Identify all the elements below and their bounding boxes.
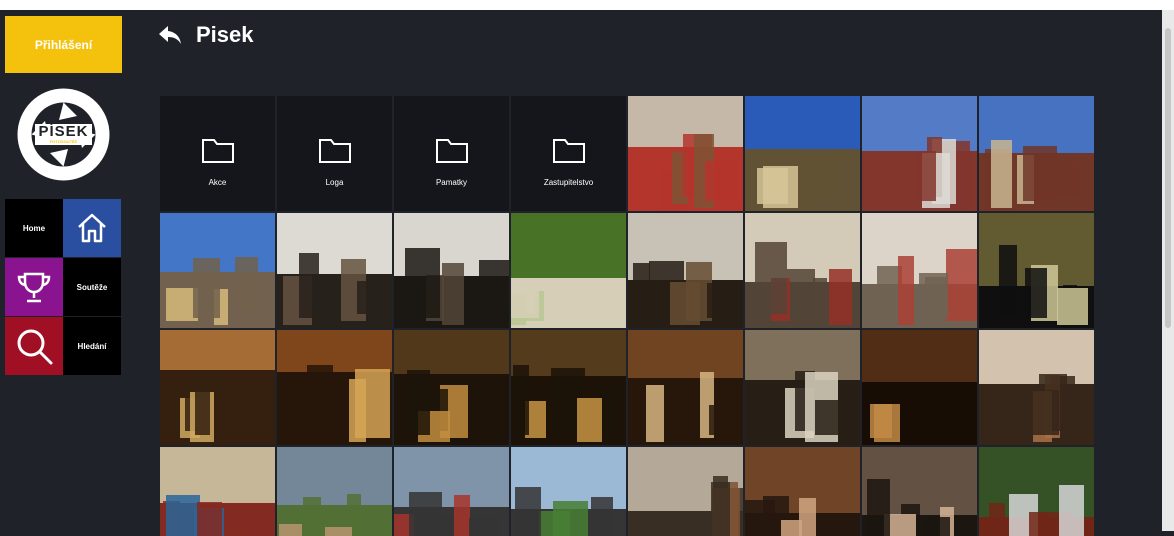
photo-thumbnail[interactable] xyxy=(277,330,392,445)
photo-thumbnail[interactable] xyxy=(628,96,743,211)
photo-thumbnail[interactable] xyxy=(979,330,1094,445)
scrollbar-thumb[interactable] xyxy=(1165,28,1171,328)
photo-thumbnail[interactable] xyxy=(277,447,392,536)
folder-icon xyxy=(201,139,234,163)
photo-thumbnail[interactable] xyxy=(277,213,392,328)
photo-thumbnail[interactable] xyxy=(745,330,860,445)
photo-thumbnail[interactable] xyxy=(511,213,626,328)
photo-thumbnail[interactable] xyxy=(745,213,860,328)
logo-text: PÍSEK xyxy=(38,123,89,140)
trophy-icon[interactable] xyxy=(5,258,63,316)
photo-thumbnail[interactable] xyxy=(862,447,977,536)
photo-thumbnail[interactable] xyxy=(160,213,275,328)
photo-thumbnail[interactable] xyxy=(628,447,743,536)
photo-thumbnail[interactable] xyxy=(862,213,977,328)
photo-image xyxy=(745,96,860,211)
photo-image xyxy=(862,96,977,211)
photo-image xyxy=(628,96,743,211)
back-arrow-icon[interactable] xyxy=(158,24,182,46)
photo-thumbnail[interactable] xyxy=(745,96,860,211)
folder-label: Pamatky xyxy=(435,178,468,187)
photo-image xyxy=(277,330,392,445)
photo-image xyxy=(862,330,977,445)
folder-icon xyxy=(318,139,351,163)
folder-label: Akce xyxy=(208,178,227,187)
photo-image xyxy=(511,330,626,445)
photo-thumbnail[interactable] xyxy=(394,330,509,445)
page-header: Pisek xyxy=(158,22,254,48)
photo-image xyxy=(394,330,509,445)
folder-zastupitelstvo[interactable]: Zastupitelstvo xyxy=(511,96,626,211)
photo-thumbnail[interactable] xyxy=(394,213,509,328)
photo-image xyxy=(979,96,1094,211)
photo-image xyxy=(160,330,275,445)
photo-image xyxy=(979,330,1094,445)
nav-home-label[interactable]: Home xyxy=(5,199,63,257)
photo-thumbnail[interactable] xyxy=(628,330,743,445)
folder-akce[interactable]: Akce xyxy=(160,96,275,211)
photo-thumbnail[interactable] xyxy=(745,447,860,536)
sidebar: Přihlášení PÍSEK FOTOSOUTĚŽ Home Soutěže… xyxy=(5,10,122,531)
photo-thumbnail[interactable] xyxy=(979,213,1094,328)
page-title: Pisek xyxy=(196,22,254,47)
browser-top-strip xyxy=(0,0,1174,10)
logo-subtext: FOTOSOUTĚŽ xyxy=(49,139,78,144)
photo-thumbnail[interactable] xyxy=(979,96,1094,211)
nav-search-label[interactable]: Hledání xyxy=(63,317,121,375)
pisek-logo: PÍSEK FOTOSOUTĚŽ xyxy=(15,86,112,183)
photo-thumbnail[interactable] xyxy=(160,447,275,536)
folder-icon xyxy=(552,139,585,163)
photo-thumbnail[interactable] xyxy=(628,213,743,328)
photo-image xyxy=(160,447,275,536)
gallery-grid: Akce Loga Pamatky Zastupitelstvo xyxy=(160,96,1094,536)
photo-image xyxy=(628,447,743,536)
photo-thumbnail[interactable] xyxy=(862,96,977,211)
photo-image xyxy=(745,447,860,536)
folder-icon xyxy=(435,139,468,163)
photo-thumbnail[interactable] xyxy=(862,330,977,445)
photo-image xyxy=(160,213,275,328)
home-icon[interactable] xyxy=(63,199,121,257)
photo-image xyxy=(862,213,977,328)
photo-image xyxy=(862,447,977,536)
photo-thumbnail[interactable] xyxy=(160,330,275,445)
photo-image xyxy=(277,213,392,328)
folder-label: Loga xyxy=(325,178,344,187)
photo-image xyxy=(394,213,509,328)
photo-image xyxy=(745,213,860,328)
folder-label: Zastupitelstvo xyxy=(543,178,594,187)
photo-thumbnail[interactable] xyxy=(979,447,1094,536)
photo-thumbnail[interactable] xyxy=(511,330,626,445)
photo-image xyxy=(511,447,626,536)
login-button[interactable]: Přihlášení xyxy=(5,16,122,73)
photo-image xyxy=(277,447,392,536)
search-icon[interactable] xyxy=(5,317,63,375)
nav-competitions-label[interactable]: Soutěže xyxy=(63,258,121,316)
photo-thumbnail[interactable] xyxy=(394,447,509,536)
photo-image xyxy=(979,447,1094,536)
folder-pamatky[interactable]: Pamatky xyxy=(394,96,509,211)
photo-image xyxy=(511,213,626,328)
photo-image xyxy=(394,447,509,536)
scrollbar[interactable] xyxy=(1162,10,1174,531)
photo-image xyxy=(745,330,860,445)
photo-thumbnail[interactable] xyxy=(511,447,626,536)
photo-image xyxy=(628,213,743,328)
photo-image xyxy=(628,330,743,445)
photo-image xyxy=(979,213,1094,328)
folder-loga[interactable]: Loga xyxy=(277,96,392,211)
